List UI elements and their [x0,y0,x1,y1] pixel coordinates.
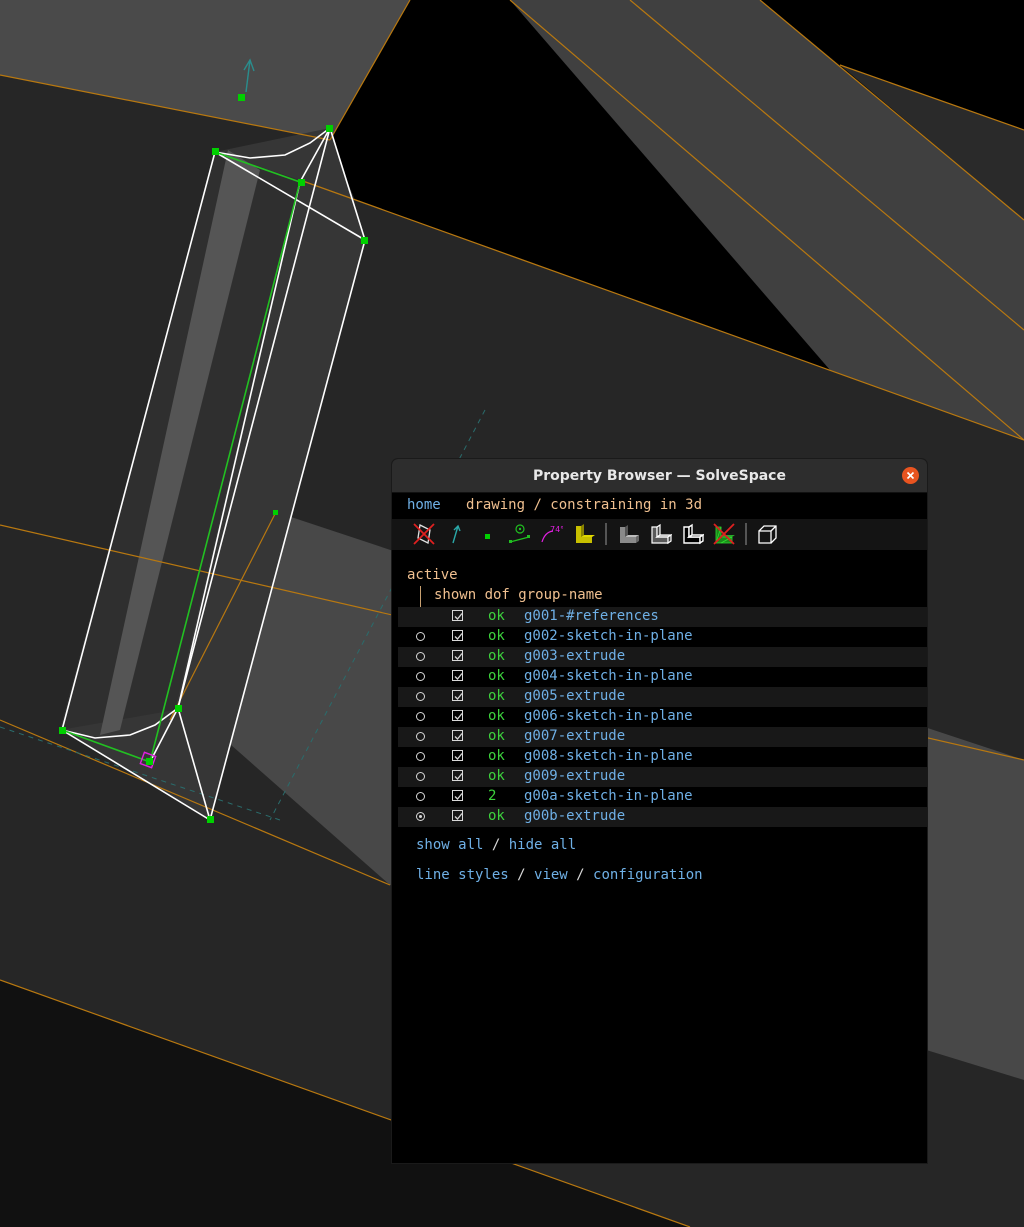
show-normals-icon[interactable] [445,522,469,546]
group-name-link[interactable]: g00b-extrude [524,808,625,824]
columns-header: shown dof group-name [434,587,603,603]
group-row[interactable]: ok g003-extrude [398,647,927,667]
active-radio[interactable] [416,772,425,781]
show-dimensions-icon[interactable]: 74° [539,522,564,546]
dof-status: ok [488,728,505,744]
group-name-link[interactable]: g003-extrude [524,648,625,664]
shown-checkbox[interactable] [452,650,463,661]
link-separator: / [567,867,594,883]
active-radio[interactable] [416,712,425,721]
shown-checkbox[interactable] [452,790,463,801]
shown-checkbox[interactable] [452,610,463,621]
config-links: line styles / view / configuration [416,867,703,883]
active-radio[interactable] [416,692,425,701]
dof-status: ok [488,648,505,664]
dof-status: ok [488,628,505,644]
home-link[interactable]: home [407,497,441,513]
perspective-view-icon[interactable] [756,522,780,546]
active-radio[interactable] [416,652,425,661]
group-name-link[interactable]: g00a-sketch-in-plane [524,788,693,804]
outlines-solid-icon[interactable] [680,522,706,546]
group-name-link[interactable]: g009-extrude [524,768,625,784]
group-row[interactable]: ok g007-extrude [398,727,927,747]
window-title: Property Browser — SolveSpace [533,468,786,484]
shown-checkbox[interactable] [452,810,463,821]
shown-checkbox[interactable] [452,670,463,681]
shown-checkbox[interactable] [452,750,463,761]
dof-status: ok [488,708,505,724]
group-row[interactable]: ok g009-extrude [398,767,927,787]
active-radio[interactable] [416,672,425,681]
group-name-link[interactable]: g006-sketch-in-plane [524,708,693,724]
shaded-solid-icon[interactable] [616,522,640,546]
mesh-solid-icon[interactable] [712,522,736,546]
line-styles-link[interactable]: line styles [416,867,509,883]
property-browser-window: Property Browser — SolveSpace home drawi… [392,459,927,1163]
shown-checkbox[interactable] [452,690,463,701]
show-constraints-icon[interactable] [507,522,531,546]
active-radio[interactable] [416,792,425,801]
group-name-link[interactable]: g004-sketch-in-plane [524,668,693,684]
group-row[interactable]: ok g008-sketch-in-plane [398,747,927,767]
shown-checkbox[interactable] [452,730,463,741]
svg-text:74°: 74° [550,525,563,534]
shown-checkbox[interactable] [452,710,463,721]
toolbar: 74° [392,519,927,550]
close-button[interactable] [902,467,919,484]
dof-status: ok [488,668,505,684]
show-faces-icon[interactable] [572,522,596,546]
configuration-link[interactable]: configuration [593,867,703,883]
group-row[interactable]: 2 g00a-sketch-in-plane [398,787,927,807]
nav-line: home drawing / constraining in 3d [407,497,702,517]
group-row[interactable]: ok g004-sketch-in-plane [398,667,927,687]
group-row[interactable]: ok g006-sketch-in-plane [398,707,927,727]
active-header: active [407,567,458,583]
active-radio[interactable] [416,812,425,821]
dof-status: ok [488,688,505,704]
edges-solid-icon[interactable] [648,522,673,546]
show-hide-links: show all / hide all [416,837,576,853]
dof-status: ok [488,768,505,784]
shown-checkbox[interactable] [452,770,463,781]
dof-status: ok [488,608,505,624]
active-radio[interactable] [416,632,425,641]
group-row[interactable]: ok g005-extrude [398,687,927,707]
close-icon [906,471,915,480]
group-name-link[interactable]: g008-sketch-in-plane [524,748,693,764]
shown-checkbox[interactable] [452,630,463,641]
group-row[interactable]: ok g002-sketch-in-plane [398,627,927,647]
dof-status: 2 [488,788,497,804]
dof-status: ok [488,748,505,764]
active-radio[interactable] [416,732,425,741]
title-bar[interactable]: Property Browser — SolveSpace [392,459,927,493]
group-name-link[interactable]: g005-extrude [524,688,625,704]
group-name-link[interactable]: g007-extrude [524,728,625,744]
show-all-link[interactable]: show all [416,837,483,853]
group-name-link[interactable]: g002-sketch-in-plane [524,628,693,644]
toolbar-separator [605,523,607,545]
hide-construction-icon[interactable] [412,522,436,546]
dof-status: ok [488,808,505,824]
show-points-icon[interactable] [476,522,500,546]
group-row[interactable]: ok g001-#references [398,607,927,627]
group-name-link[interactable]: g001-#references [524,608,659,624]
hide-all-link[interactable]: hide all [509,837,576,853]
mode-label: drawing / constraining in 3d [466,497,703,513]
link-separator: / [483,837,509,853]
view-link[interactable]: view [534,867,568,883]
toolbar-separator [745,523,747,545]
group-row[interactable]: ok g00b-extrude [398,807,927,827]
active-radio[interactable] [416,752,425,761]
link-separator: / [508,867,535,883]
